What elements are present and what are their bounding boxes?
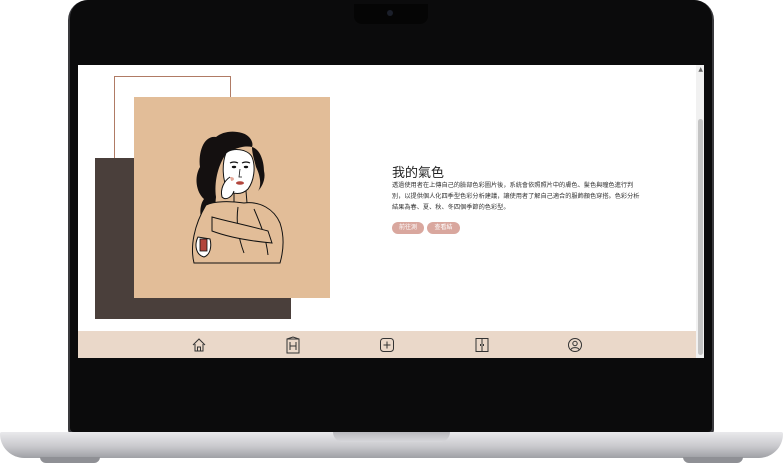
laptop-foot-left — [40, 457, 100, 463]
laptop-foot-right — [683, 457, 743, 463]
app-screen: 我的氣色 透過使用者在上傳自己的臉部色彩圖片後，系統會依照照片中的膚色、髮色與瞳… — [78, 65, 704, 358]
scrollbar-thumb[interactable] — [698, 119, 703, 355]
nav-profile[interactable] — [566, 336, 584, 354]
nav-wardrobe[interactable] — [284, 336, 302, 354]
view-results-button[interactable]: 查看結果 — [427, 222, 460, 243]
bottom-navigation-bar — [78, 331, 696, 358]
go-to-test-button[interactable]: 前往測驗 — [392, 222, 424, 243]
camera-icon — [387, 10, 393, 16]
wardrobe-icon — [286, 336, 300, 354]
page-title: 我的氣色 — [392, 166, 445, 181]
nav-add[interactable] — [378, 336, 396, 354]
nav-closet[interactable] — [473, 336, 491, 354]
home-icon — [192, 338, 206, 352]
laptop-opening-notch — [333, 432, 450, 442]
vertical-scrollbar[interactable]: ▲ — [696, 65, 704, 358]
page-description: 透過使用者在上傳自己的臉部色彩圖片後，系統會依照照片中的膚色、髮色與瞳色進行判別… — [392, 182, 640, 211]
woman-portrait-illustration — [192, 131, 284, 264]
scroll-up-arrow-icon[interactable]: ▲ — [698, 67, 703, 73]
add-icon — [380, 338, 394, 352]
closet-icon — [475, 338, 489, 352]
nav-home[interactable] — [190, 336, 208, 354]
profile-icon — [568, 338, 582, 352]
